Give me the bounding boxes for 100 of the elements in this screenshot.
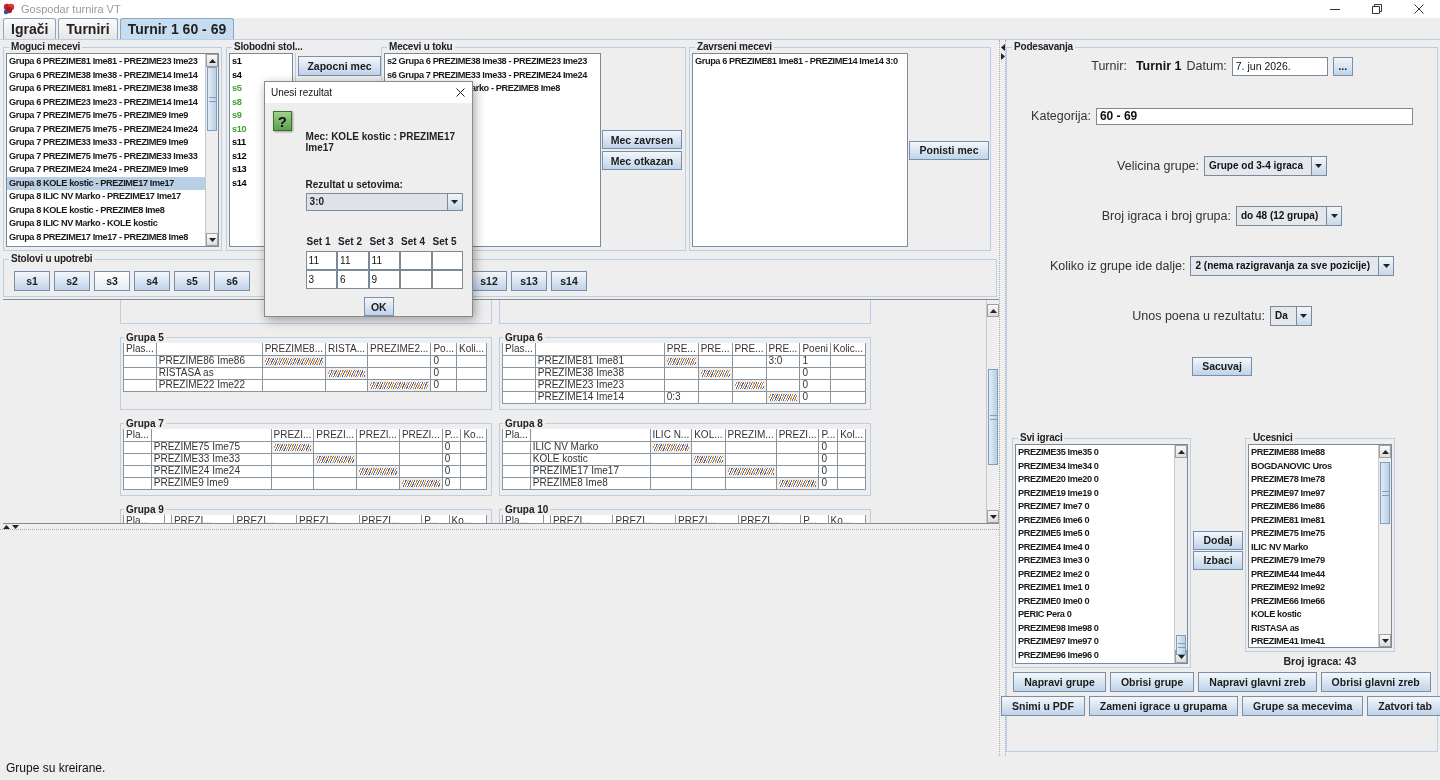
player-item[interactable]: PREZIME35 Ime35 0 [1016, 446, 1101, 460]
match-item[interactable]: Grupa 7 PREZIME75 Ime75 - PREZIME24 Ime24 [7, 122, 200, 136]
player-item[interactable]: ILIC NV Marko [1249, 540, 1311, 554]
table-item[interactable]: s1 [230, 55, 244, 69]
player-item[interactable]: PREZIME6 Ime6 0 [1016, 513, 1092, 527]
ok-button[interactable]: OK [363, 297, 394, 316]
table-item[interactable]: s4 [230, 68, 244, 82]
match-item[interactable]: Grupa 8 PREZIME17 Ime17 - PREZIME8 Ime8 [7, 230, 190, 244]
action-button[interactable]: Mec zavrsen [602, 130, 682, 149]
input-field[interactable]: 11 [305, 251, 338, 270]
match-item[interactable]: Grupa 7 PREZIME75 Ime75 - PREZIME9 Ime9 [7, 109, 190, 123]
table-button[interactable]: s1 [14, 271, 50, 291]
player-item[interactable]: PREZIME92 Ime92 [1249, 581, 1327, 595]
table-item[interactable]: s14 [230, 176, 249, 190]
close-icon[interactable] [1414, 4, 1424, 14]
player-item[interactable]: PREZIME41 Ime41 [1249, 635, 1327, 647]
expand-arrow-icon[interactable] [1000, 53, 1005, 60]
collapse-arrow-icon[interactable] [1000, 44, 1005, 51]
scrollbar[interactable] [1174, 445, 1187, 663]
player-item[interactable]: PREZIME19 Ime19 0 [1016, 486, 1101, 500]
match-item[interactable]: Grupa 6 PREZIME81 Ime81 - PREZIME38 Ime38 [7, 82, 200, 96]
dropdown[interactable]: do 48 (12 grupa) [1236, 206, 1343, 226]
dropdown[interactable]: Grupe od 3-4 igraca [1204, 156, 1327, 176]
down-arrow-icon[interactable] [989, 514, 997, 519]
player-item[interactable]: PREZIME75 Ime75 [1249, 527, 1327, 541]
action-button[interactable]: Snimi u PDF [1001, 696, 1085, 716]
up-arrow-icon[interactable] [989, 308, 997, 313]
match-item[interactable]: s2 Grupa 6 PREZIME38 Ime38 - PREZIME23 Ime23 [385, 55, 589, 69]
player-item[interactable]: PERIC Pera 0 [1016, 608, 1074, 622]
match-item[interactable]: Grupa 6 PREZIME38 Ime38 - PREZIME14 Ime14 [7, 68, 200, 82]
player-item[interactable]: PREZIME66 Ime66 [1249, 594, 1327, 608]
category-field[interactable]: 60 - 69 [1095, 107, 1413, 125]
player-item[interactable]: PREZIME20 Ime20 0 [1016, 473, 1101, 487]
match-item[interactable]: Grupa 6 PREZIME81 Ime81 - PREZIME23 Ime23 [7, 55, 200, 69]
action-button[interactable]: Obrisi grupe [1109, 672, 1195, 692]
player-item[interactable]: PREZIME2 Ime2 0 [1016, 567, 1092, 581]
down-arrow-icon[interactable] [1381, 638, 1389, 643]
table-item[interactable]: s11 [230, 136, 248, 150]
scrollbar[interactable] [986, 300, 999, 523]
table-item[interactable]: s13 [230, 163, 249, 177]
player-item[interactable]: PREZIME34 Ime34 0 [1016, 459, 1101, 473]
date-picker-button[interactable]: ... [1332, 56, 1353, 76]
scrollbar[interactable] [205, 54, 218, 246]
input-field[interactable]: 9 [368, 270, 401, 289]
player-item[interactable]: PREZIME98 Ime98 0 [1016, 621, 1101, 635]
player-item[interactable]: PREZIME0 Ime0 0 [1016, 594, 1092, 608]
tab[interactable]: Turniri [58, 18, 118, 39]
input-field[interactable] [400, 270, 432, 289]
input-field[interactable]: 11 [337, 251, 369, 270]
tab[interactable]: Turnir 1 60 - 69 [119, 18, 235, 39]
player-item[interactable]: PREZIME97 Ime97 [1249, 486, 1327, 500]
action-button[interactable]: Napravi glavni zreb [1198, 672, 1317, 692]
match-item[interactable]: s6 Grupa 7 PREZIME33 Ime33 - PREZIME24 Ime24 [385, 68, 589, 82]
add-button[interactable]: Dodaj [1193, 530, 1243, 550]
player-item[interactable]: PREZIME96 Ime96 0 [1016, 648, 1101, 662]
action-button[interactable]: Zameni igrace u grupama [1088, 696, 1239, 716]
table-button[interactable]: s3 [94, 271, 130, 291]
player-item[interactable]: PREZIME78 Ime78 [1249, 473, 1327, 487]
player-item[interactable]: PREZIME44 Ime44 [1249, 567, 1327, 581]
input-field[interactable]: 11 [368, 251, 401, 270]
undo-button[interactable]: Ponisti mec [909, 140, 989, 160]
close-icon[interactable] [456, 88, 465, 97]
player-item[interactable]: PREZIME1 Ime1 0 [1016, 581, 1092, 595]
input-field[interactable] [431, 270, 464, 289]
scrollbar[interactable] [1378, 445, 1391, 647]
remove-button[interactable]: Izbaci [1193, 550, 1243, 570]
table-button[interactable]: s12 [471, 271, 507, 291]
up-arrow-icon[interactable] [1177, 449, 1185, 454]
table-button[interactable]: s6 [214, 271, 250, 291]
save-button[interactable]: Sacuvaj [1192, 356, 1252, 376]
dropdown[interactable]: 3:0 [305, 193, 463, 211]
player-item[interactable]: PREZIME97 Ime97 0 [1016, 635, 1101, 649]
match-item[interactable]: Grupa 6 PREZIME81 Ime81 - PREZIME14 Ime14 3:0 [693, 55, 900, 69]
action-button[interactable]: Mec otkazan [602, 151, 682, 170]
player-item[interactable]: PREZIME79 Ime79 [1249, 554, 1327, 568]
player-item[interactable]: PREZIME81 Ime81 [1249, 513, 1327, 527]
input-field[interactable]: 3 [305, 270, 338, 289]
tab[interactable]: Igrači [3, 18, 57, 39]
action-button[interactable]: Napravi grupe [1013, 672, 1106, 692]
up-arrow-icon[interactable] [1381, 449, 1389, 454]
input-field[interactable]: 6 [337, 270, 369, 289]
table-item[interactable]: s9 [230, 109, 244, 123]
player-item[interactable]: PREZIME7 Ime7 0 [1016, 500, 1092, 514]
player-item[interactable]: PREZIME88 Ime88 [1249, 446, 1327, 460]
restore-icon[interactable] [1372, 4, 1382, 14]
player-item[interactable]: PREZIME3 Ime3 0 [1016, 554, 1092, 568]
match-item[interactable]: Grupa 6 PREZIME23 Ime23 - PREZIME14 Ime14 [7, 95, 200, 109]
dropdown[interactable]: 2 (nema razigravanja za sve pozicije) [1190, 256, 1394, 276]
match-item[interactable]: Grupa 8 ILIC NV Marko - KOLE kostic [7, 217, 160, 231]
down-arrow-icon[interactable] [208, 237, 216, 242]
match-item[interactable]: Grupa 8 KOLE kostic - PREZIME8 Ime8 [7, 203, 167, 217]
table-button[interactable]: s13 [511, 271, 547, 291]
match-item[interactable]: Grupa 7 PREZIME33 Ime33 - PREZIME9 Ime9 [7, 136, 190, 150]
match-item[interactable]: Grupa 8 ILIC NV Marko - PREZIME17 Ime17 [7, 190, 183, 204]
input-field[interactable] [400, 251, 432, 270]
dropdown[interactable]: Da [1269, 306, 1312, 326]
action-button[interactable]: Obrisi glavni zreb [1320, 672, 1431, 692]
player-item[interactable]: KOLE kostic [1249, 608, 1304, 622]
match-item[interactable]: Grupa 8 KOLE kostic - PREZIME17 Ime17 [7, 176, 205, 190]
player-item[interactable]: BOGDANOVIC Uros [1249, 459, 1334, 473]
